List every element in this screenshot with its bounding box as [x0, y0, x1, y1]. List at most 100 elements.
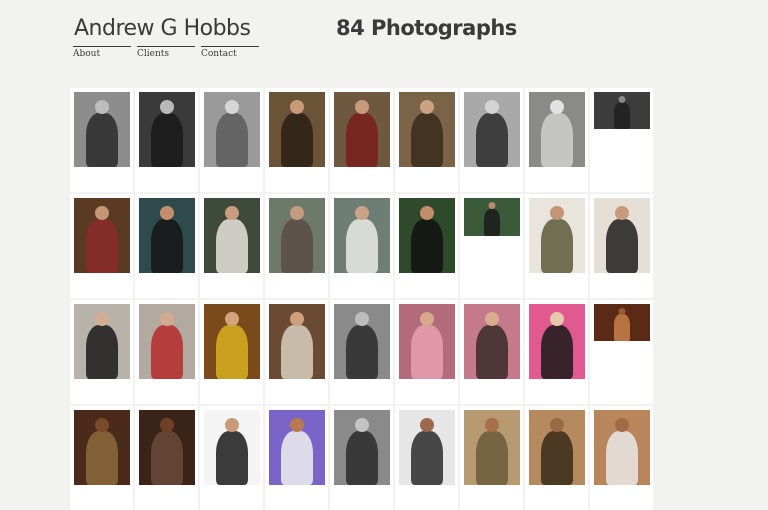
photo-cell[interactable]	[460, 194, 523, 298]
photo-cell[interactable]	[70, 300, 133, 404]
photo-thumbnail[interactable]	[74, 304, 130, 379]
photo-cell[interactable]	[70, 194, 133, 298]
photo-thumbnail[interactable]	[464, 410, 520, 485]
photo-cell[interactable]	[200, 406, 263, 510]
nav-link-clients[interactable]: Clients	[137, 46, 195, 59]
photo-thumbnail[interactable]	[529, 92, 585, 167]
photo-thumbnail[interactable]	[464, 304, 520, 379]
photo-thumbnail[interactable]	[204, 304, 260, 379]
photo-cell[interactable]	[460, 300, 523, 404]
photo-thumbnail[interactable]	[74, 92, 130, 167]
photo-cell[interactable]	[135, 194, 198, 298]
photo-thumbnail[interactable]	[74, 410, 130, 485]
photo-cell[interactable]	[395, 194, 458, 298]
photo-cell[interactable]	[525, 88, 588, 192]
photo-cell[interactable]	[265, 406, 328, 510]
photo-subject-figure	[484, 209, 500, 236]
photo-thumbnail[interactable]	[269, 198, 325, 273]
photo-cell[interactable]	[525, 194, 588, 298]
photo-thumbnail[interactable]	[334, 410, 390, 485]
photo-thumbnail[interactable]	[269, 92, 325, 167]
photo-thumbnail[interactable]	[399, 92, 455, 167]
photo-thumbnail[interactable]	[139, 198, 195, 273]
photo-cell[interactable]	[525, 300, 588, 404]
photo-grid	[70, 88, 655, 510]
photo-thumbnail[interactable]	[399, 410, 455, 485]
photo-cell[interactable]	[330, 406, 393, 510]
nav-link-about[interactable]: About	[73, 46, 131, 59]
photo-cell[interactable]	[590, 194, 653, 298]
photo-thumbnail[interactable]	[594, 410, 650, 485]
photo-thumbnail[interactable]	[594, 198, 650, 273]
photo-thumbnail[interactable]	[204, 92, 260, 167]
photo-thumbnail[interactable]	[399, 198, 455, 273]
photo-subject-head	[618, 96, 626, 103]
photo-cell[interactable]	[135, 88, 198, 192]
photo-thumbnail[interactable]	[594, 304, 650, 341]
photo-cell[interactable]	[70, 88, 133, 192]
photo-cell[interactable]	[70, 406, 133, 510]
photo-subject-figure	[346, 113, 378, 167]
photo-subject-figure	[86, 431, 118, 485]
photo-cell[interactable]	[395, 300, 458, 404]
photo-subject-figure	[476, 325, 508, 379]
photo-thumbnail[interactable]	[269, 304, 325, 379]
photo-cell[interactable]	[200, 88, 263, 192]
photo-subject-head	[420, 206, 434, 220]
photo-subject-figure	[151, 113, 183, 167]
photo-subject-head	[225, 100, 239, 114]
photo-thumbnail[interactable]	[74, 198, 130, 273]
photo-thumbnail[interactable]	[399, 304, 455, 379]
photo-cell[interactable]	[265, 300, 328, 404]
photo-subject-figure	[86, 219, 118, 273]
photo-thumbnail[interactable]	[464, 198, 520, 236]
photo-thumbnail[interactable]	[594, 92, 650, 129]
photo-subject-head	[420, 100, 434, 114]
photo-cell[interactable]	[265, 88, 328, 192]
photo-subject-figure	[281, 325, 313, 379]
photo-cell[interactable]	[330, 194, 393, 298]
photo-cell[interactable]	[525, 406, 588, 510]
photo-cell[interactable]	[200, 300, 263, 404]
site-title[interactable]: Andrew G Hobbs	[74, 16, 251, 41]
photo-thumbnail[interactable]	[139, 92, 195, 167]
photo-cell[interactable]	[330, 300, 393, 404]
photo-cell[interactable]	[135, 406, 198, 510]
photo-subject-head	[225, 206, 239, 220]
photo-cell[interactable]	[265, 194, 328, 298]
photo-subject-figure	[541, 113, 573, 167]
photo-subject-figure	[606, 219, 638, 273]
photo-cell[interactable]	[590, 300, 653, 404]
photo-thumbnail[interactable]	[334, 92, 390, 167]
photo-cell[interactable]	[395, 406, 458, 510]
photo-cell[interactable]	[135, 300, 198, 404]
photo-subject-figure	[346, 219, 378, 273]
photo-thumbnail[interactable]	[529, 198, 585, 273]
photo-cell[interactable]	[590, 88, 653, 192]
photo-cell[interactable]	[395, 88, 458, 192]
photo-thumbnail[interactable]	[269, 410, 325, 485]
photo-cell[interactable]	[200, 194, 263, 298]
photo-subject-head	[290, 418, 304, 432]
photo-thumbnail[interactable]	[204, 198, 260, 273]
photo-subject-figure	[281, 113, 313, 167]
photo-cell[interactable]	[460, 406, 523, 510]
photo-thumbnail[interactable]	[139, 304, 195, 379]
photo-thumbnail[interactable]	[529, 304, 585, 379]
photo-cell[interactable]	[590, 406, 653, 510]
photo-thumbnail[interactable]	[334, 198, 390, 273]
photo-subject-head	[290, 206, 304, 220]
photo-thumbnail[interactable]	[204, 410, 260, 485]
photo-thumbnail[interactable]	[464, 92, 520, 167]
photo-thumbnail[interactable]	[334, 304, 390, 379]
photo-subject-head	[355, 312, 369, 326]
photo-cell[interactable]	[460, 88, 523, 192]
photo-subject-figure	[476, 113, 508, 167]
nav-link-contact[interactable]: Contact	[201, 46, 259, 59]
photo-cell[interactable]	[330, 88, 393, 192]
photo-subject-figure	[216, 219, 248, 273]
photo-thumbnail[interactable]	[529, 410, 585, 485]
photo-thumbnail[interactable]	[139, 410, 195, 485]
photo-subject-figure	[346, 431, 378, 485]
photo-subject-figure	[281, 431, 313, 485]
